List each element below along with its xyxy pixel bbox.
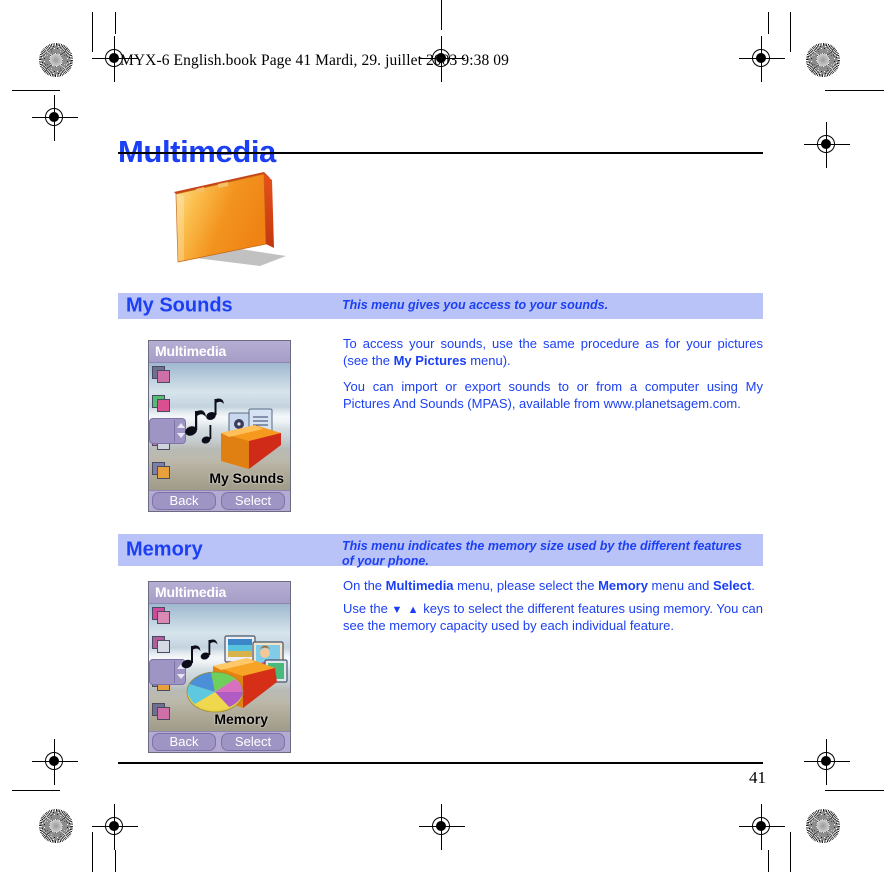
- phone-softkey-select[interactable]: Select: [221, 733, 285, 751]
- text-run: On the: [343, 578, 386, 593]
- title-divider: [118, 152, 763, 154]
- section-title: My Sounds: [126, 294, 233, 317]
- my-sounds-artwork: [185, 398, 281, 469]
- phone-softkey-select[interactable]: Select: [221, 492, 285, 510]
- print-density-burst-icon-top-left: [39, 43, 73, 77]
- phone-screen-label: My Sounds: [209, 470, 284, 486]
- crop-line-bottom-right-vertical: [790, 832, 791, 872]
- phone-titlebar: Multimedia: [149, 341, 290, 363]
- phone-screenshot-memory: Multimedia Memory Back Select: [148, 581, 291, 753]
- folder-icon: [160, 168, 290, 283]
- section-header-my-sounds: My Sounds This menu gives you access to …: [118, 293, 763, 319]
- page-number: 41: [749, 768, 766, 787]
- photo-icon-2: [151, 394, 173, 416]
- memory-icon-4: [151, 461, 173, 483]
- text-run: menu, please select the: [453, 578, 599, 593]
- phone-softkey-back[interactable]: Back: [152, 492, 216, 510]
- crop-line-top-left-vertical-2: [115, 12, 116, 34]
- phone-screen-area: My Sounds: [149, 363, 290, 490]
- paragraph-1: To access your sounds, use the same proc…: [343, 336, 763, 369]
- crop-line-left-lower-horizontal: [12, 790, 60, 791]
- section-body-my-sounds: To access your sounds, use the same proc…: [343, 336, 763, 412]
- text-run: .: [751, 578, 755, 593]
- section-description: This menu indicates the memory size used…: [342, 539, 742, 568]
- section-title: Memory: [126, 538, 203, 561]
- footer-divider: [118, 762, 763, 764]
- registration-target-icon-bottom-left-inner: [92, 804, 138, 850]
- section-body-memory: On the Multimedia menu, please select th…: [343, 578, 763, 635]
- print-density-burst-icon-bottom-left: [39, 809, 73, 843]
- crop-line-right-lower-horizontal: [825, 790, 884, 791]
- crop-line-bottom-right-vertical-2: [768, 850, 769, 872]
- photo-sound-icon-1: [151, 365, 173, 387]
- book-header-line: MYX-6 English.book Page 41 Mardi, 29. ju…: [120, 52, 509, 69]
- registration-target-icon-right-upper: [804, 122, 850, 168]
- crop-line-top-left-vertical: [92, 12, 93, 52]
- registration-target-icon-bottom-center: [419, 804, 465, 850]
- printer-icon-2: [151, 635, 173, 657]
- crop-line-bottom-left-vertical: [92, 832, 93, 872]
- paragraph-2: Use the ▼ ▲ keys to select the different…: [343, 601, 763, 635]
- section-header-memory: Memory This menu indicates the memory si…: [118, 534, 763, 568]
- sound-icon-4: [151, 702, 173, 724]
- registration-target-icon-left-upper: [32, 95, 78, 141]
- navigation-arrow-keys-icon: ▼ ▲: [391, 603, 420, 616]
- paragraph-1: On the Multimedia menu, please select th…: [343, 578, 763, 595]
- registration-target-icon-bottom-right-inner: [739, 804, 785, 850]
- text-run: Use the: [343, 600, 392, 616]
- phone-screen-area: Memory: [149, 604, 290, 731]
- crop-line-right-upper-horizontal: [825, 90, 884, 91]
- phone-title-text: Multimedia: [155, 584, 227, 600]
- text-run: menu and: [647, 578, 713, 593]
- crop-line-top-right-vertical: [790, 12, 791, 52]
- crop-line-left-upper-horizontal: [12, 90, 60, 91]
- paragraph-2: You can import or export sounds to or fr…: [343, 379, 763, 411]
- registration-target-icon-top-right-inner: [739, 36, 785, 82]
- phone-titlebar: Multimedia: [149, 582, 290, 604]
- phone-title-text: Multimedia: [155, 343, 227, 359]
- section-description: This menu gives you access to your sound…: [342, 298, 609, 312]
- memory-artwork: [181, 635, 288, 713]
- print-density-burst-icon-bottom-right: [806, 809, 840, 843]
- crop-line-top-center-vertical: [441, 0, 442, 30]
- phone-screen-label: Memory: [214, 711, 268, 727]
- crop-line-bottom-left-vertical-2: [115, 850, 116, 872]
- phone-screenshot-my-sounds: Multimedia My Sounds Back Select: [148, 340, 291, 512]
- emphasis-multimedia: Multimedia: [385, 578, 454, 593]
- registration-target-icon-right-lower: [804, 739, 850, 785]
- emphasis-select: Select: [712, 578, 752, 593]
- crop-line-top-right-vertical-2: [768, 12, 769, 34]
- print-density-burst-icon-top-right: [806, 43, 840, 77]
- phone-softkey-bar: Back Select: [149, 731, 290, 752]
- emphasis-my-pictures: My Pictures: [393, 352, 467, 368]
- text-run: menu).: [466, 352, 511, 368]
- phone-softkey-back[interactable]: Back: [152, 733, 216, 751]
- emphasis-memory: Memory: [598, 578, 648, 593]
- photo-icon-1: [151, 606, 173, 628]
- registration-target-icon-left-lower: [32, 739, 78, 785]
- phone-softkey-bar: Back Select: [149, 490, 290, 511]
